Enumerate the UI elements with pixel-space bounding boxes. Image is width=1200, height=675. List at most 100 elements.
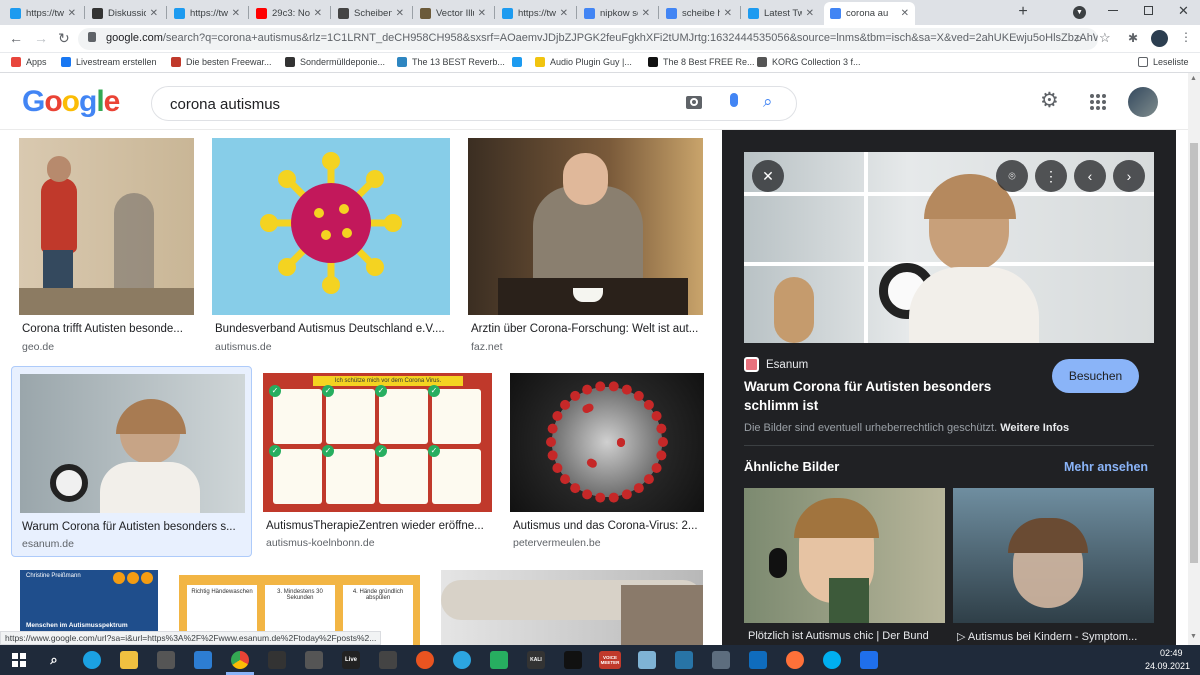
result-caption[interactable]: Autismus und das Corona-Virus: 2... [513, 520, 705, 532]
app-icon[interactable] [305, 651, 323, 669]
similar-image[interactable] [953, 488, 1154, 623]
ubuntu-icon[interactable] [416, 651, 434, 669]
tab-close-icon[interactable]: ✕ [642, 8, 650, 19]
minimize-button[interactable] [1108, 10, 1118, 11]
url-field[interactable]: google.com/search?q=corona+autismus&rlz=… [78, 28, 1098, 50]
tab[interactable]: Latest Twe ✕ [742, 2, 820, 25]
tab-close-icon[interactable]: ✕ [150, 8, 158, 19]
result-caption[interactable]: Ärztin über Corona-Forschung: Welt ist a… [471, 323, 703, 335]
google-logo[interactable]: Google [22, 85, 120, 119]
tab-search-icon[interactable]: ▼ [1073, 6, 1086, 19]
camera-icon[interactable] [686, 96, 702, 109]
bookmark-item[interactable]: The 13 BEST Reverb... [397, 57, 505, 67]
tab-close-icon[interactable]: ✕ [724, 8, 732, 19]
clock-time[interactable]: 02:49 [1160, 648, 1183, 658]
tab-active[interactable]: corona au ✕ [824, 2, 915, 25]
tab-close-icon[interactable]: ✕ [806, 8, 814, 19]
result-card[interactable] [441, 570, 703, 645]
chrome-icon[interactable] [231, 651, 249, 669]
skype-icon[interactable] [823, 651, 841, 669]
tab-close-icon[interactable]: ✕ [560, 8, 568, 19]
kali-icon[interactable]: KALI [527, 651, 545, 669]
tab[interactable]: 29c3: Not ✕ [250, 2, 328, 25]
see-more-link[interactable]: Mehr ansehen [1064, 460, 1148, 474]
tab[interactable]: Diskussion: ✕ [86, 2, 164, 25]
bookmark-item[interactable]: Sondermülldeponie... [285, 57, 385, 67]
app-icon[interactable] [712, 651, 730, 669]
result-source[interactable]: autismus-koelnbonn.de [266, 537, 375, 549]
bookmark-star-icon[interactable]: ☆ [1099, 30, 1111, 46]
app-icon[interactable] [490, 651, 508, 669]
menu-icon[interactable]: ⋮ [1180, 30, 1192, 44]
bookmark-item[interactable]: Apps [11, 57, 47, 67]
result-card[interactable]: Ärztin über Corona-Forschung: Welt ist a… [468, 138, 703, 358]
reload-icon[interactable]: ↻ [58, 30, 70, 47]
result-caption[interactable]: AutismusTherapieZentren wieder eröffne..… [266, 520, 492, 532]
search-box[interactable]: corona autismus ⌕ [151, 86, 797, 121]
settings-gear-icon[interactable]: ⚙ [1040, 90, 1059, 111]
tab[interactable]: Vector Illu ✕ [414, 2, 492, 25]
tab-close-icon[interactable]: ✕ [232, 8, 240, 19]
app-icon[interactable] [638, 651, 656, 669]
mail-icon[interactable] [194, 651, 212, 669]
outlook-icon[interactable] [749, 651, 767, 669]
profile-avatar[interactable] [1151, 30, 1168, 47]
forward-icon[interactable]: → [34, 30, 48, 46]
bookmark-item[interactable] [512, 57, 527, 67]
similar-caption[interactable]: ▷ Autismus bei Kindern - Symptom... [957, 630, 1154, 643]
tab-close-icon[interactable]: ✕ [901, 8, 909, 19]
result-thumbnail[interactable]: Ich schütze mich vor dem Corona Virus. ✓… [263, 373, 492, 512]
next-image-button[interactable]: › [1113, 160, 1145, 192]
result-caption[interactable]: Bundesverband Autismus Deutschland e.V..… [215, 323, 451, 335]
result-thumbnail[interactable] [510, 373, 704, 512]
result-thumbnail[interactable] [212, 138, 450, 315]
tab[interactable]: nipkow sc ✕ [578, 2, 656, 25]
result-caption[interactable]: Corona trifft Autisten besonde... [22, 323, 194, 335]
result-card[interactable]: Bundesverband Autismus Deutschland e.V..… [212, 138, 450, 358]
tab-close-icon[interactable]: ✕ [314, 8, 322, 19]
preview-title[interactable]: Warum Corona für Autisten besonders schl… [744, 377, 1014, 415]
restore-button[interactable] [1144, 6, 1153, 15]
tab-close-icon[interactable]: ✕ [68, 8, 76, 19]
tab[interactable]: Scheibenw ✕ [332, 2, 410, 25]
app-icon[interactable] [379, 651, 397, 669]
search-icon[interactable]: ⌕ [763, 92, 773, 112]
reading-list[interactable]: Leseliste [1138, 57, 1189, 67]
close-window-button[interactable]: ✕ [1178, 3, 1189, 19]
more-options-icon[interactable]: ⋮ [1035, 160, 1067, 192]
similar-image[interactable] [744, 488, 945, 623]
tab[interactable]: scheibe ha ✕ [660, 2, 738, 25]
app-icon[interactable] [268, 651, 286, 669]
result-thumbnail[interactable] [19, 138, 194, 315]
store-icon[interactable] [157, 651, 175, 669]
tab[interactable]: https://twi ✕ [168, 2, 246, 25]
site-name[interactable]: Esanum [766, 359, 808, 371]
tab[interactable]: https://twi ✕ [4, 2, 82, 25]
bookmark-item[interactable]: Livestream erstellen [61, 57, 157, 67]
new-tab-button[interactable]: + [1014, 3, 1032, 21]
result-source[interactable]: petervermeulen.be [513, 537, 601, 549]
telegram-icon[interactable] [453, 651, 471, 669]
tab[interactable]: https://twi ✕ [496, 2, 574, 25]
close-preview-button[interactable]: ✕ [752, 160, 784, 192]
result-thumbnail[interactable] [468, 138, 703, 315]
windows-start-icon[interactable] [10, 651, 28, 669]
similar-caption[interactable]: Plötzlich ist Autismus chic | Der Bund [748, 630, 943, 642]
app-icon[interactable] [564, 651, 582, 669]
search-input[interactable]: corona autismus [170, 96, 280, 113]
result-caption[interactable]: Warum Corona für Autisten besonders s... [22, 521, 250, 533]
account-avatar[interactable] [1128, 87, 1158, 117]
result-thumbnail[interactable] [20, 374, 245, 513]
clock-date[interactable]: 24.09.2021 [1145, 661, 1190, 671]
result-card[interactable]: Ich schütze mich vor dem Corona Virus. ✓… [263, 373, 492, 553]
result-source[interactable]: esanum.de [22, 538, 74, 550]
voicemeeter-icon[interactable]: VOICE MEETER [599, 651, 621, 669]
result-source[interactable]: faz.net [471, 341, 503, 353]
tab-close-icon[interactable]: ✕ [478, 8, 486, 19]
back-icon[interactable]: ← [9, 30, 23, 46]
app-icon[interactable] [860, 651, 878, 669]
more-info-link[interactable]: Weitere Infos [1000, 422, 1069, 434]
scrollbar-thumb[interactable] [1190, 143, 1198, 563]
file-explorer-icon[interactable] [120, 651, 138, 669]
visit-button[interactable]: Besuchen [1052, 359, 1139, 393]
